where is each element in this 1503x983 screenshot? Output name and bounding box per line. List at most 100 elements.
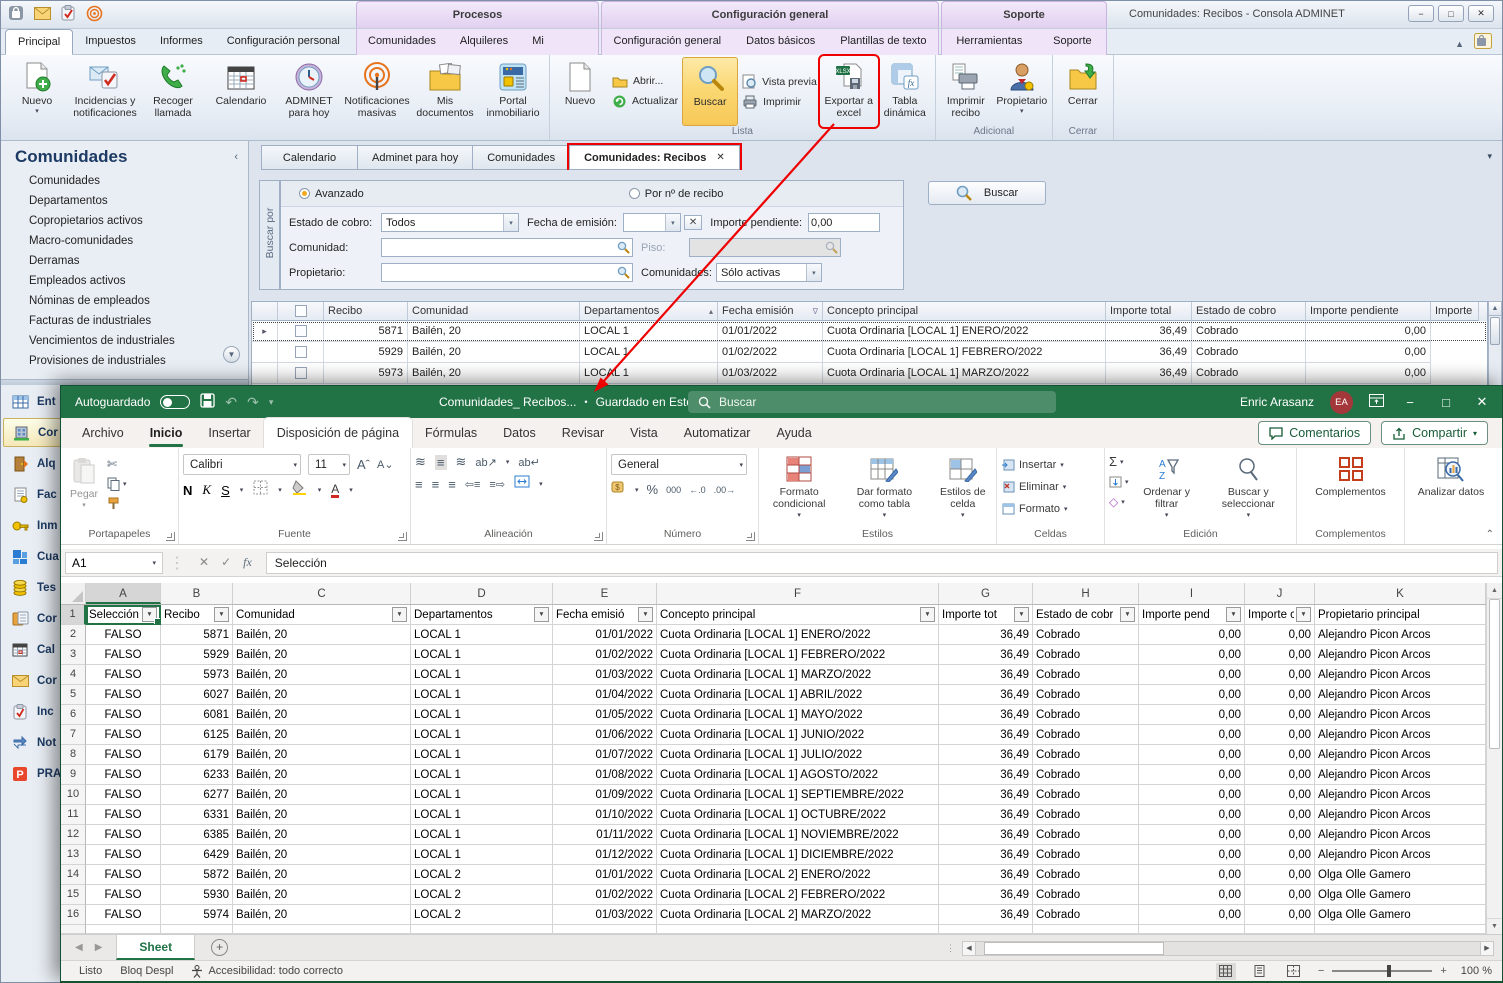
doc-tab-comunidades-recibos[interactable]: Comunidades: Recibos✕ [569, 145, 740, 170]
column-header-D[interactable]: D [411, 583, 553, 604]
cell-C6[interactable]: Bailén, 20 [233, 705, 411, 725]
cell[interactable]: 0,00 [1306, 321, 1431, 342]
row-number-9[interactable]: 9 [61, 765, 86, 785]
header-cell-B1[interactable]: Recibo▼ [161, 605, 233, 625]
cell-H5[interactable]: Cobrado [1033, 685, 1139, 705]
cell[interactable]: LOCAL 1 [580, 321, 718, 342]
cell[interactable] [233, 925, 411, 934]
adminet-para-hoy-button[interactable]: ADMINET para hoy [275, 57, 343, 126]
cell-K4[interactable]: Alejandro Picon Arcos [1315, 665, 1486, 685]
cell[interactable]: 01/03/2022 [718, 363, 823, 384]
dialog-launcher-icon[interactable] [594, 532, 603, 541]
tasks-icon[interactable] [59, 4, 77, 22]
cell-F15[interactable]: Cuota Ordinaria [LOCAL 2] FEBRERO/2022 [657, 885, 939, 905]
cell-styles-button[interactable]: Estilos de celda▾ [934, 452, 992, 522]
imprimir-recibo-button[interactable]: Imprimir recibo [938, 57, 994, 126]
document-title[interactable]: Comunidades_ Recibos... [439, 395, 576, 409]
undo-icon[interactable]: ↶ [225, 394, 237, 411]
decrease-font-icon[interactable]: A⌄ [377, 458, 394, 471]
status-scroll-lock[interactable]: Bloq Despl [120, 965, 173, 977]
menu-tab-principal[interactable]: Principal [5, 29, 73, 55]
cell-I10[interactable]: 0,00 [1139, 785, 1245, 805]
header-cell-F1[interactable]: Concepto principal▼ [657, 605, 939, 625]
align-right-icon[interactable]: ≡ [448, 477, 456, 492]
minimize-icon[interactable]: − [1408, 5, 1434, 22]
cell-J2[interactable]: 0,00 [1245, 625, 1315, 645]
copy-icon[interactable]: ▾ [107, 476, 127, 491]
cell-F8[interactable]: Cuota Ordinaria [LOCAL 1] JULIO/2022 [657, 745, 939, 765]
scroll-down-icon[interactable]: ▼ [1487, 918, 1502, 934]
addins-button[interactable]: Complementos [1310, 452, 1391, 500]
cell-F12[interactable]: Cuota Ordinaria [LOCAL 1] NOVIEMBRE/2022 [657, 825, 939, 845]
menu-tab-plantillas-de-texto[interactable]: Plantillas de texto [828, 29, 938, 55]
row-number-13[interactable]: 13 [61, 845, 86, 865]
row-number-15[interactable]: 15 [61, 885, 86, 905]
cell-A10[interactable]: FALSO [86, 785, 161, 805]
header-cell-D1[interactable]: Departamentos▼ [411, 605, 553, 625]
cell-D13[interactable]: LOCAL 1 [411, 845, 553, 865]
grid-row[interactable]: ▸5871Bailén, 20LOCAL 101/01/2022Cuota Or… [252, 321, 1487, 342]
cell-K12[interactable]: Alejandro Picon Arcos [1315, 825, 1486, 845]
column-header-H[interactable]: H [1033, 583, 1139, 604]
cell-J16[interactable]: 0,00 [1245, 905, 1315, 925]
cell-C3[interactable]: Bailén, 20 [233, 645, 411, 665]
cell-K7[interactable]: Alejandro Picon Arcos [1315, 725, 1486, 745]
cell-E16[interactable]: 01/03/2022 [553, 905, 657, 925]
maximize-icon[interactable]: □ [1436, 395, 1456, 410]
sidebar-item-copropietarios-activos[interactable]: Copropietarios activos [29, 211, 248, 231]
find-select-button[interactable]: Buscar y seleccionar▾ [1205, 452, 1292, 522]
cell-K16[interactable]: Olga Olle Gamero [1315, 905, 1486, 925]
dialog-launcher-icon[interactable] [166, 532, 175, 541]
scroll-thumb[interactable] [984, 942, 1164, 955]
column-header-G[interactable]: G [939, 583, 1033, 604]
cell[interactable]: 5929 [324, 342, 408, 363]
cell-A9[interactable]: FALSO [86, 765, 161, 785]
cell-B2[interactable]: 5871 [161, 625, 233, 645]
cell-F2[interactable]: Cuota Ordinaria [LOCAL 1] ENERO/2022 [657, 625, 939, 645]
cell-E2[interactable]: 01/01/2022 [553, 625, 657, 645]
cell-E7[interactable]: 01/06/2022 [553, 725, 657, 745]
page-break-view-icon[interactable] [1284, 963, 1304, 980]
excel-tab-revisar[interactable]: Revisar [549, 418, 617, 448]
cell-F3[interactable]: Cuota Ordinaria [LOCAL 1] FEBRERO/2022 [657, 645, 939, 665]
cell-E12[interactable]: 01/11/2022 [553, 825, 657, 845]
cell-H4[interactable]: Cobrado [1033, 665, 1139, 685]
header-cell-I1[interactable]: Importe pend▼ [1139, 605, 1245, 625]
cell-B15[interactable]: 5930 [161, 885, 233, 905]
cell-B12[interactable]: 6385 [161, 825, 233, 845]
cell-J6[interactable]: 0,00 [1245, 705, 1315, 725]
cell[interactable] [939, 925, 1033, 934]
cell-C5[interactable]: Bailén, 20 [233, 685, 411, 705]
menu-tab-alquileres[interactable]: Alquileres [448, 29, 520, 55]
cell[interactable]: 01/01/2022 [718, 321, 823, 342]
format-as-table-button[interactable]: Dar formato como tabla▾ [843, 452, 925, 522]
dialog-launcher-icon[interactable] [746, 532, 755, 541]
currency-icon[interactable]: $ [611, 480, 627, 499]
cell-E6[interactable]: 01/05/2022 [553, 705, 657, 725]
row-number-11[interactable]: 11 [61, 805, 86, 825]
zoom-in-icon[interactable]: + [1440, 965, 1446, 977]
cell-A14[interactable]: FALSO [86, 865, 161, 885]
cell[interactable] [1033, 925, 1139, 934]
cell-G15[interactable]: 36,49 [939, 885, 1033, 905]
cell-I8[interactable]: 0,00 [1139, 745, 1245, 765]
cell[interactable] [553, 925, 657, 934]
filter-dropdown-icon[interactable]: ▼ [1296, 607, 1311, 622]
cell[interactable]: Cobrado [1192, 342, 1306, 363]
column-header-A[interactable]: A [86, 583, 161, 604]
cell-H15[interactable]: Cobrado [1033, 885, 1139, 905]
cell-D14[interactable]: LOCAL 2 [411, 865, 553, 885]
excel-tab-ayuda[interactable]: Ayuda [763, 418, 824, 448]
cell-A5[interactable]: FALSO [86, 685, 161, 705]
radio-por-recibo[interactable] [629, 188, 640, 199]
cell-G3[interactable]: 36,49 [939, 645, 1033, 665]
cell-A15[interactable]: FALSO [86, 885, 161, 905]
cell-K6[interactable]: Alejandro Picon Arcos [1315, 705, 1486, 725]
cell-B4[interactable]: 5973 [161, 665, 233, 685]
cell[interactable] [161, 925, 233, 934]
filter-dropdown-icon[interactable]: ▼ [534, 607, 549, 622]
sidebar-item-derramas[interactable]: Derramas [29, 251, 248, 271]
header-cell-A1[interactable]: Selección▼ [86, 605, 161, 625]
fx-icon[interactable]: fx [243, 555, 252, 570]
tabla-dinamica-button[interactable]: fx Tabla dinámica [877, 57, 933, 126]
